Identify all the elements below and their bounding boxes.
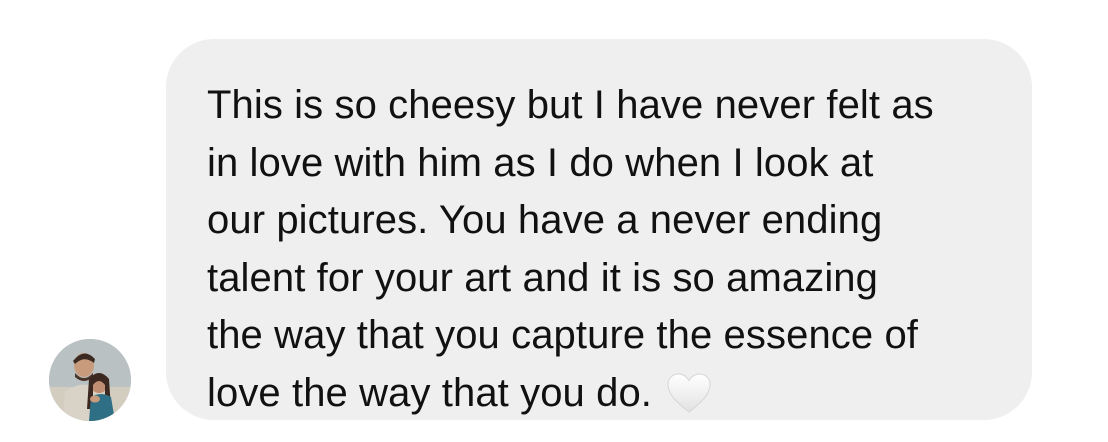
- sender-avatar[interactable]: [49, 339, 131, 421]
- message-text: This is so cheesy but I have never felt …: [207, 77, 1012, 422]
- message-line: the way that you capture the essence of: [207, 313, 919, 357]
- message-line: in love with him as I do when I look at: [207, 140, 874, 185]
- message-line: talent for your art and it is so amazing: [207, 255, 878, 300]
- message-line: our pictures. You have a never ending: [207, 198, 883, 242]
- message-bubble[interactable]: This is so cheesy but I have never felt …: [166, 39, 1032, 420]
- message-line: love the way that you do.: [207, 370, 652, 415]
- white-heart-icon: [666, 372, 712, 414]
- avatar-photo: [49, 339, 131, 421]
- message-line: This is so cheesy but I have never felt …: [207, 83, 934, 127]
